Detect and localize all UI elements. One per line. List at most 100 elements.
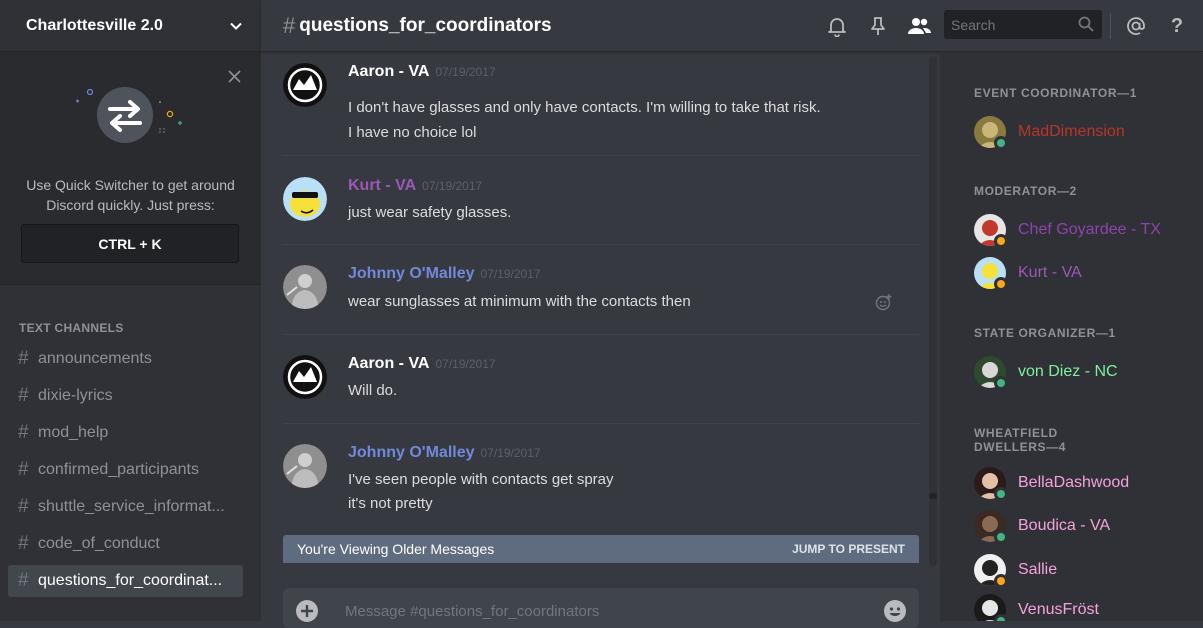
member-group-header: STATE ORGANIZER—1 [974, 326, 1116, 340]
close-icon[interactable] [228, 70, 241, 83]
message-divider [283, 244, 919, 245]
older-messages-label: You're Viewing Older Messages [297, 541, 495, 557]
channel-item[interactable]: # code_of_conduct [8, 528, 243, 560]
message-text: wear sunglasses at minimum with the cont… [348, 293, 691, 310]
message-divider [283, 423, 919, 424]
channel-hash-icon: # [18, 496, 29, 517]
member-name: von Diez - NC [1018, 363, 1118, 380]
avatar [974, 214, 1008, 248]
channel-item[interactable]: # confirmed_participants [8, 454, 243, 486]
message-author[interactable]: Kurt - VA [348, 177, 416, 194]
member-group-header: WHEATFIELD DWELLERS—4 [974, 426, 1067, 454]
member-item[interactable]: Kurt - VA [974, 256, 1082, 291]
channel-item[interactable]: # shuttle_service_informat... [8, 491, 243, 523]
at-icon[interactable] [1123, 13, 1149, 39]
channel-hash-icon: # [18, 348, 29, 369]
channel-name: mod_help [38, 424, 109, 441]
message-timestamp: 07/19/2017 [435, 65, 496, 79]
chevron-down-icon[interactable] [229, 19, 243, 33]
message-divider [283, 334, 919, 335]
emoji-icon[interactable] [883, 599, 907, 628]
guild-sidebar: Charlottesville 2.0 Use Quick Switcher t… [0, 0, 261, 621]
message-author[interactable]: Johnny O'Malley [348, 265, 475, 282]
channel-item[interactable]: # dixie-lyrics [8, 380, 243, 412]
channel-category-header[interactable]: TEXT CHANNELS [0, 318, 261, 338]
avatar[interactable] [283, 63, 327, 107]
channel-item[interactable]: # mod_help [8, 417, 243, 449]
member-name: BellaDashwood [1018, 474, 1130, 491]
older-messages-bar: You're Viewing Older Messages JUMP TO PR… [283, 535, 919, 563]
member-group-header: EVENT COORDINATOR—1 [974, 86, 1137, 100]
message: Johnny O'Malley 07/19/2017 I've seen peopl… [283, 444, 919, 534]
avatar[interactable] [283, 444, 327, 488]
status-indicator [994, 487, 1008, 501]
message-author[interactable]: Johnny O'Malley [348, 444, 475, 461]
member-name: Boudica - VA [1018, 517, 1111, 534]
channel-header: # questions_for_coordinators Search ? [261, 0, 1203, 52]
member-item[interactable]: Boudica - VA [974, 509, 1111, 544]
message: Johnny O'Malley 07/19/2017 wear sunglasses… [283, 265, 919, 355]
channel-hash-icon: # [18, 533, 29, 554]
member-name: VenusFröst [1018, 601, 1099, 618]
jump-to-present-button[interactable]: JUMP TO PRESENT [792, 542, 905, 556]
status-indicator [994, 530, 1008, 544]
member-item[interactable]: Sallie [974, 553, 1058, 588]
message-divider [283, 155, 919, 156]
add-reaction-icon[interactable] [875, 293, 893, 316]
channel-hash-icon: # [18, 459, 29, 480]
message-text: I don't have glasses and only have conta… [348, 99, 821, 116]
message-input[interactable]: Message #questions_for_coordinators [345, 603, 599, 620]
message-composer[interactable]: Message #questions_for_coordinators [283, 588, 919, 628]
guild-header[interactable]: Charlottesville 2.0 [0, 0, 261, 52]
member-item[interactable]: Chef Goyardee - TX [974, 213, 1161, 248]
avatar [974, 257, 1008, 291]
member-item[interactable]: MadDimension [974, 115, 1125, 150]
message-text: I've seen people with contacts get spray [348, 471, 614, 488]
avatar[interactable] [283, 265, 327, 309]
bell-icon[interactable] [824, 13, 850, 39]
quick-switcher-text: Use Quick Switcher to get around Discord… [0, 175, 261, 215]
avatar[interactable] [283, 355, 327, 399]
status-indicator [994, 234, 1008, 248]
message-text: I have no choice lol [348, 124, 477, 141]
channel-item[interactable]: # announcements [8, 343, 243, 375]
message: Aaron - VA 07/19/2017 Will do. [283, 355, 919, 445]
status-indicator [994, 376, 1008, 390]
help-icon[interactable]: ? [1164, 13, 1190, 39]
message-timestamp: 07/19/2017 [422, 179, 483, 193]
message-timestamp: 07/19/2017 [435, 357, 496, 371]
toolbar-divider [1110, 13, 1111, 39]
member-name: MadDimension [1018, 123, 1125, 140]
avatar [974, 116, 1008, 150]
message-author[interactable]: Aaron - VA [348, 63, 429, 80]
member-item[interactable]: VenusFröstPlaying With Dead Sunshine [974, 593, 1099, 621]
member-name: Sallie [1018, 561, 1058, 578]
channel-name: code_of_conduct [38, 535, 160, 552]
channel-name: confirmed_participants [38, 461, 199, 478]
avatar [974, 510, 1008, 544]
channel-name: shuttle_service_informat... [38, 498, 225, 515]
message-scrollbar[interactable] [929, 56, 937, 566]
scrollbar-thumb[interactable] [929, 493, 937, 499]
status-indicator [994, 277, 1008, 291]
avatar[interactable] [283, 177, 327, 221]
message-timestamp: 07/19/2017 [480, 267, 541, 281]
guild-name: Charlottesville 2.0 [26, 16, 163, 34]
avatar [974, 356, 1008, 390]
search-input[interactable]: Search [944, 10, 1102, 39]
channel-item[interactable]: # questions_for_coordinat... [8, 565, 243, 597]
status-indicator [994, 614, 1008, 621]
message-text: it's not pretty [348, 495, 433, 512]
upload-plus-icon[interactable] [295, 599, 319, 628]
member-group-header: MODERATOR—2 [974, 184, 1077, 198]
avatar [974, 467, 1008, 501]
member-item[interactable]: BellaDashwood [974, 466, 1130, 501]
pin-icon[interactable] [865, 13, 891, 39]
status-indicator [994, 574, 1008, 588]
message: Kurt - VA 07/19/2017 just wear safety glas… [283, 177, 919, 267]
channel-name: announcements [38, 350, 152, 367]
message-author[interactable]: Aaron - VA [348, 355, 429, 372]
status-indicator [994, 136, 1008, 150]
members-icon[interactable] [906, 13, 932, 39]
member-item[interactable]: von Diez - NC [974, 355, 1118, 390]
